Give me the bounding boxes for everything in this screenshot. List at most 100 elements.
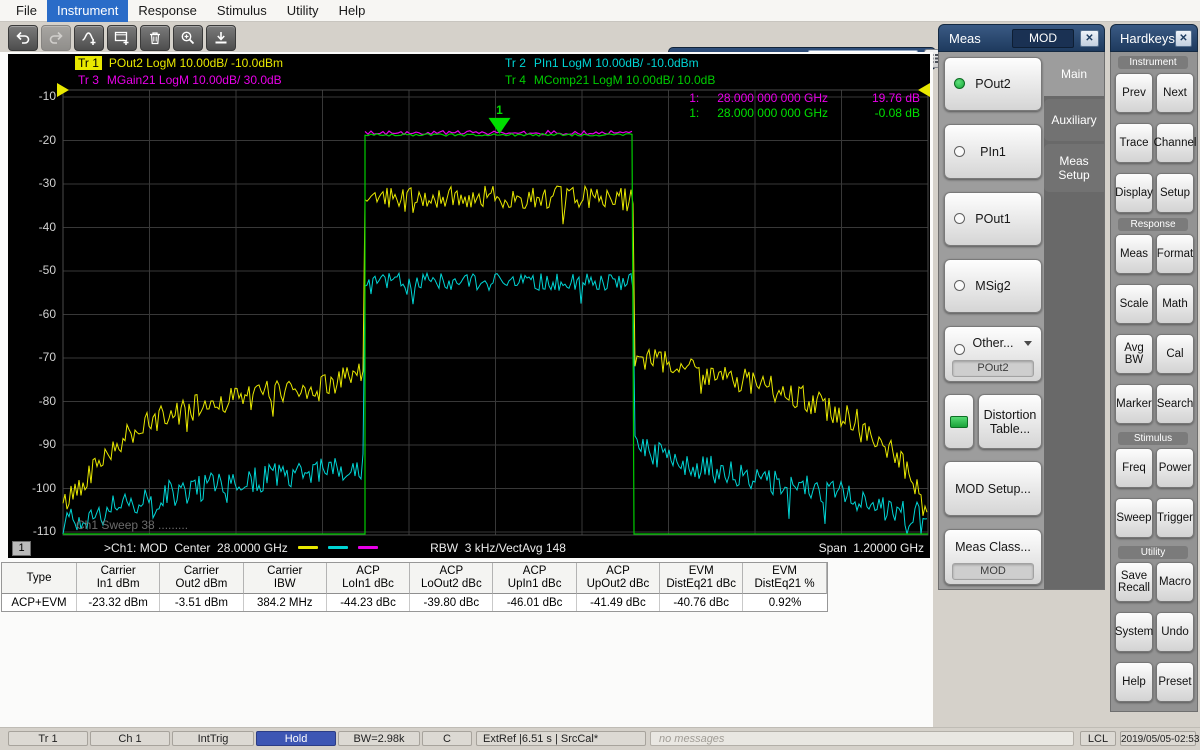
menu-item-file[interactable]: File [6, 0, 47, 22]
chevron-down-icon [1024, 341, 1032, 346]
section-instrument: Instrument [1118, 56, 1188, 69]
hardkey-math[interactable]: Math [1156, 284, 1194, 324]
hardkeys-body: Instrument Prev Next Trace Channel Displ… [1110, 52, 1198, 712]
table-header: CarrierIBW [244, 563, 327, 594]
add-channel-button[interactable] [107, 25, 137, 51]
cyan-trace-dash [328, 546, 348, 549]
status-correction: C [422, 731, 472, 746]
hardkey-cal[interactable]: Cal [1156, 334, 1194, 374]
channel-indicator[interactable]: 1 [12, 541, 31, 556]
tab-main[interactable]: Main [1044, 52, 1104, 96]
mod-setup-button[interactable]: MOD Setup... [944, 461, 1042, 516]
pin1-radio-button[interactable]: PIn1 [944, 124, 1042, 179]
undo-button[interactable] [8, 25, 38, 51]
status-trigger[interactable]: IntTrig [172, 731, 254, 746]
y-axis-tick: -40 [10, 220, 56, 234]
yellow-trace-dash [298, 546, 318, 549]
distortion-table-button[interactable]: Distortion Table... [978, 394, 1042, 449]
meas-class-selection-label: MOD [952, 563, 1034, 580]
acp-evm-table: Type CarrierIn1 dBm CarrierOut2 dBm Carr… [1, 562, 828, 612]
pout2-radio-button[interactable]: POut2 [944, 57, 1042, 111]
table-cell: -44.23 dBc [327, 594, 410, 611]
hardkey-power[interactable]: Power [1156, 448, 1194, 488]
hardkey-undo[interactable]: Undo [1156, 612, 1194, 652]
add-trace-button[interactable] [74, 25, 104, 51]
hardkeys-panel-header: Hardkeys ✕ [1110, 24, 1198, 52]
span-label: Span 1.20000 GHz [819, 541, 924, 555]
save-icon [213, 30, 229, 46]
meas-panel: Meas MOD ✕ Main Auxiliary Meas Setup POu… [938, 24, 1105, 590]
hardkey-help[interactable]: Help [1115, 662, 1153, 702]
plot-footer: 1 >Ch1: MOD Center 28.0000 GHz RBW 3 kHz… [8, 540, 930, 557]
status-hold[interactable]: Hold [256, 731, 336, 746]
hardkey-sweep[interactable]: Sweep [1115, 498, 1153, 538]
hardkey-trace[interactable]: Trace [1115, 123, 1153, 163]
zoom-button[interactable] [173, 25, 203, 51]
trash-icon [147, 30, 163, 46]
hardkey-search[interactable]: Search [1156, 384, 1194, 424]
y-axis-tick: -30 [10, 176, 56, 190]
trace-legend-tr4[interactable]: Tr 4MComp21 LogM 10.00dB/ 10.0dB [505, 73, 715, 87]
table-cell: -39.80 dBc [410, 594, 493, 611]
status-bar: Tr 1 Ch 1 IntTrig Hold BW=2.98k C ExtRef… [0, 727, 1200, 750]
hardkey-format[interactable]: Format [1156, 234, 1194, 274]
table-header: EVMDistEq21 dBc [660, 563, 743, 594]
status-channel[interactable]: Ch 1 [90, 731, 170, 746]
menu-item-utility[interactable]: Utility [277, 0, 329, 22]
close-icon[interactable]: ✕ [1175, 30, 1192, 47]
hardkey-trigger[interactable]: Trigger [1156, 498, 1194, 538]
other-radio-button[interactable]: Other... POut2 [944, 326, 1042, 382]
menu-item-response[interactable]: Response [128, 0, 207, 22]
tab-meas-setup[interactable]: Meas Setup [1044, 144, 1104, 192]
hardkey-scale[interactable]: Scale [1115, 284, 1153, 324]
save-button[interactable] [206, 25, 236, 51]
y-axis-tick: -20 [10, 133, 56, 147]
channel-center-label: >Ch1: MOD Center 28.0000 GHz [104, 541, 378, 555]
hardkey-marker[interactable]: Marker [1115, 384, 1153, 424]
svg-text:1: 1 [496, 103, 503, 117]
hardkey-save-recall[interactable]: Save Recall [1115, 562, 1153, 602]
menu-item-instrument[interactable]: Instrument [47, 0, 128, 22]
hardkey-display[interactable]: Display [1115, 173, 1153, 213]
distortion-toggle-button[interactable] [944, 394, 974, 449]
meas-panel-body: Main Auxiliary Meas Setup POut2 PIn1 POu… [938, 52, 1105, 590]
status-trace[interactable]: Tr 1 [8, 731, 88, 746]
marker-readout-tr4: 1: 28.000 000 000 GHz -0.08 dB [689, 106, 920, 120]
hardkey-freq[interactable]: Freq [1115, 448, 1153, 488]
table-header: ACPLoIn1 dBc [327, 563, 410, 594]
hardkey-macro[interactable]: Macro [1156, 562, 1194, 602]
status-lcl[interactable]: LCL [1080, 731, 1116, 746]
hardkey-system[interactable]: System [1115, 612, 1153, 652]
hardkey-channel[interactable]: Channel [1156, 123, 1194, 163]
table-cell: 0.92% [743, 594, 826, 611]
pout1-radio-button[interactable]: POut1 [944, 192, 1042, 246]
delete-button[interactable] [140, 25, 170, 51]
redo-icon [48, 30, 64, 46]
undo-icon [15, 30, 31, 46]
redo-button[interactable] [41, 25, 71, 51]
display-area: 1 -10-20-30-40-50-60-70-80-90-100-110 Tr… [0, 52, 933, 727]
hardkey-preset[interactable]: Preset [1156, 662, 1194, 702]
trace-legend-tr1[interactable]: Tr 1POut2 LogM 10.00dB/ -10.0dBm [75, 56, 283, 70]
menu-item-help[interactable]: Help [329, 0, 376, 22]
table-header: ACPUpOut2 dBc [577, 563, 660, 594]
hardkeys-panel: Hardkeys ✕ Instrument Prev Next Trace Ch… [1110, 24, 1198, 712]
hardkey-meas[interactable]: Meas [1115, 234, 1153, 274]
hardkey-avg-bw[interactable]: Avg BW [1115, 334, 1153, 374]
table-header: Type [2, 563, 77, 594]
meas-class-button[interactable]: Meas Class... MOD [944, 529, 1042, 585]
hardkey-next[interactable]: Next [1156, 73, 1194, 113]
section-stimulus: Stimulus [1118, 432, 1188, 445]
close-icon[interactable]: ✕ [1080, 30, 1099, 47]
hardkey-prev[interactable]: Prev [1115, 73, 1153, 113]
tab-auxiliary[interactable]: Auxiliary [1044, 99, 1104, 141]
trace-legend-tr2[interactable]: Tr 2PIn1 LogM 10.00dB/ -10.0dBm [505, 56, 699, 70]
rbw-label: RBW 3 kHz/VectAvg 148 [368, 541, 628, 555]
hardkey-setup[interactable]: Setup [1156, 173, 1194, 213]
add-channel-icon [114, 30, 130, 46]
menu-item-stimulus[interactable]: Stimulus [207, 0, 277, 22]
msig2-radio-button[interactable]: MSig2 [944, 259, 1042, 313]
green-led-icon [950, 416, 968, 428]
trace-legend-tr3[interactable]: Tr 3MGain21 LogM 10.00dB/ 30.0dB [78, 73, 282, 87]
active-trace-badge: Tr 1 [75, 56, 102, 70]
